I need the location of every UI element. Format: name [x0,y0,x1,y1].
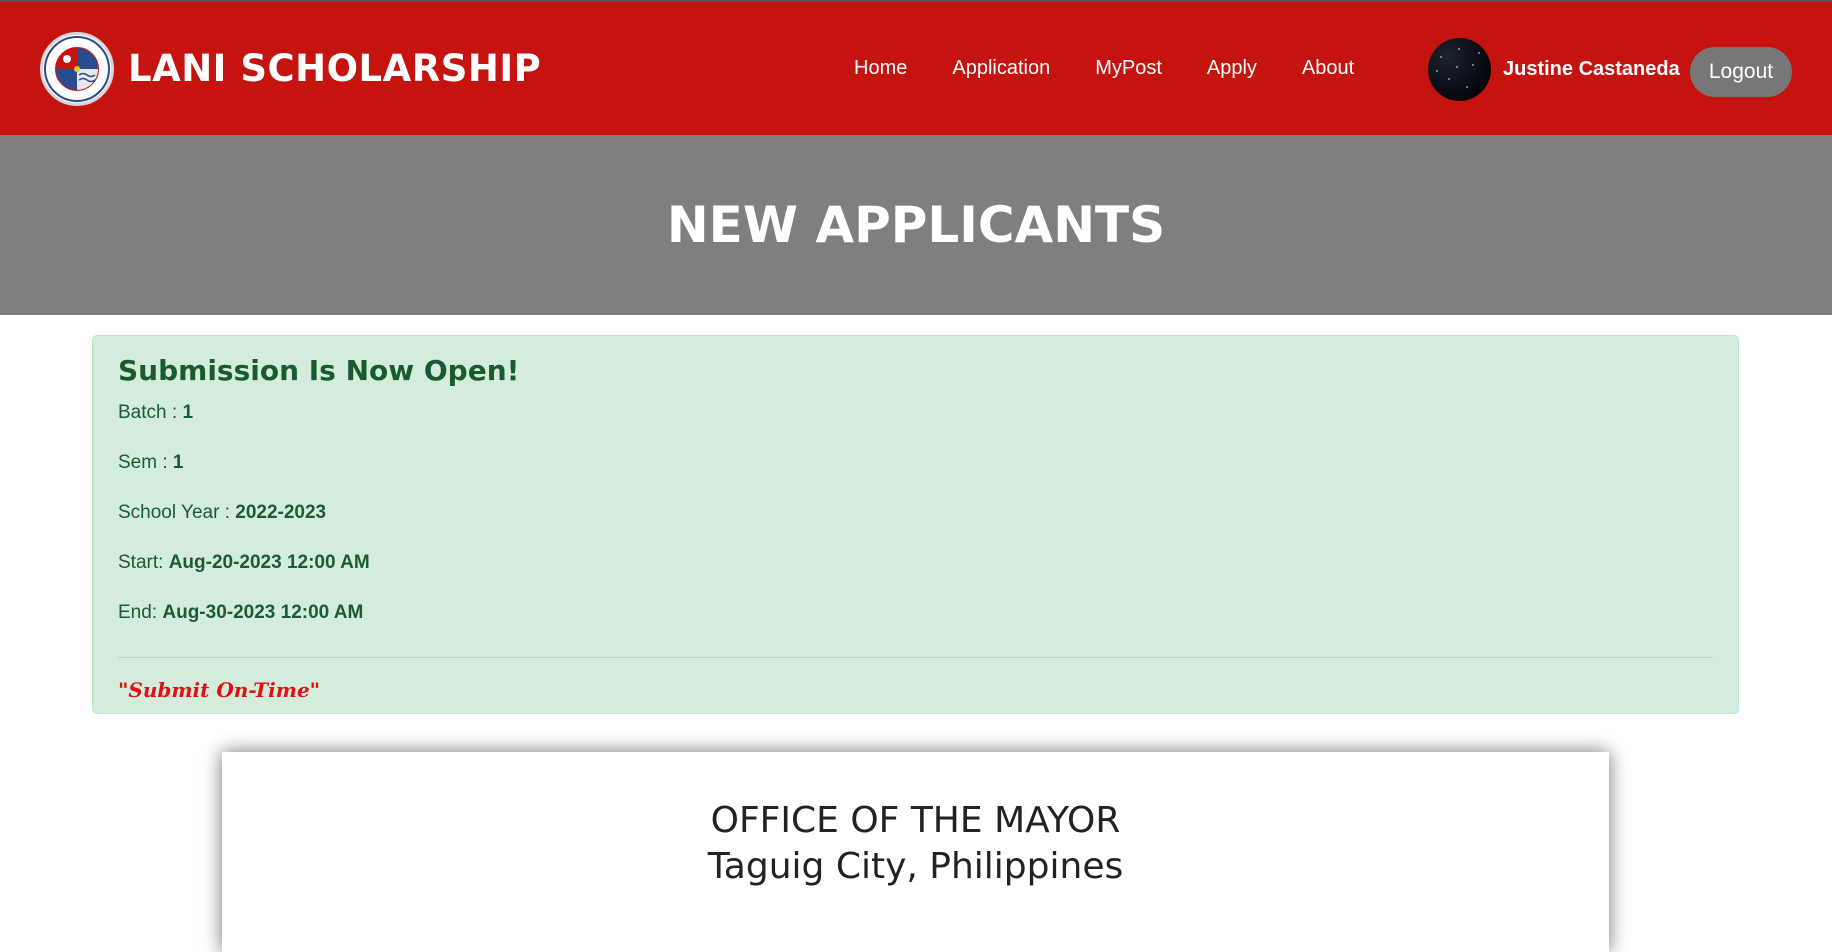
alert-heading: Submission Is Now Open! [118,354,520,387]
page-banner: NEW APPLICANTS [0,135,1832,315]
avatar[interactable] [1428,38,1491,101]
batch-label: Batch : [118,402,178,423]
batch-value: 1 [182,402,194,423]
end-row: End: Aug-30-2023 12:00 AM [118,599,1713,649]
school-year-row: School Year : 2022-2023 [118,499,1713,549]
sem-row: Sem : 1 [118,449,1713,499]
page-title: NEW APPLICANTS [666,196,1166,254]
alert-divider [118,657,1713,658]
sem-label: Sem : [118,452,168,473]
brand-title: LANI SCHOLARSHIP [128,47,542,90]
mayor-office-card: OFFICE OF THE MAYOR Taguig City, Philipp… [222,752,1609,952]
nav-about[interactable]: About [1302,57,1354,80]
nav-application[interactable]: Application [952,57,1050,80]
nav-links: Home Application MyPost Apply About [854,2,1399,135]
start-row: Start: Aug-20-2023 12:00 AM [118,549,1713,599]
school-year-value: 2022-2023 [235,502,327,523]
start-value: Aug-20-2023 12:00 AM [168,552,370,573]
user-profile[interactable]: Justine Castaneda [1428,38,1680,101]
submission-alert: Submission Is Now Open! Batch : 1 Sem : … [92,335,1739,714]
city-seal-logo [40,31,114,106]
navbar: LANI SCHOLARSHIP Home Application MyPost… [0,2,1832,135]
sem-value: 1 [172,452,184,473]
nav-mypost[interactable]: MyPost [1095,57,1162,80]
nav-home[interactable]: Home [854,57,907,80]
card-title-line2: Taguig City, Philippines [707,846,1124,887]
nav-apply[interactable]: Apply [1207,57,1257,80]
school-year-label: School Year : [118,502,230,523]
user-name: Justine Castaneda [1503,58,1680,80]
batch-row: Batch : 1 [118,399,1713,449]
brand-link[interactable]: LANI SCHOLARSHIP [40,31,542,106]
card-title-line1: OFFICE OF THE MAYOR [710,800,1121,841]
end-label: End: [118,602,158,623]
logout-button[interactable]: Logout [1690,47,1792,97]
end-value: Aug-30-2023 12:00 AM [162,602,364,623]
submit-motto: "Submit On-Time" [118,678,321,702]
start-label: Start: [118,552,164,573]
city-seal-icon [44,35,110,102]
